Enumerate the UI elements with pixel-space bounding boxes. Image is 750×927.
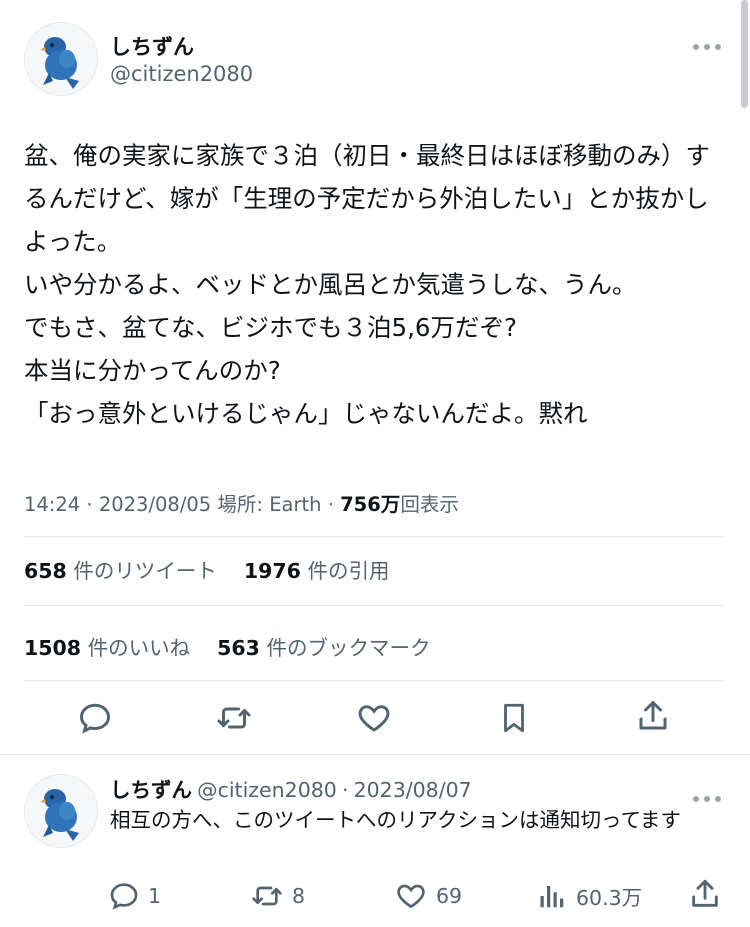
likes-count: 1508 <box>24 636 82 660</box>
stats-row-retweets: 658 件のリツイート 1976 件の引用 <box>24 554 389 584</box>
reply-like-button[interactable]: 69 <box>394 878 462 914</box>
bookmark-icon <box>504 703 524 733</box>
views-chart-icon <box>540 886 564 908</box>
reply-icon <box>79 703 111 734</box>
divider <box>24 536 724 537</box>
ellipsis-icon <box>693 44 721 50</box>
quotes-count: 1976 <box>243 559 301 583</box>
tweet-text: 盆、俺の実家に家族で３泊（初日・最終日はほぼ移動のみ）するんだけど、嫁が「生理の… <box>24 141 710 428</box>
likes-label: 件のいいね <box>87 636 191 660</box>
retweet-button[interactable] <box>212 696 256 740</box>
reply-like-count: 69 <box>436 884 463 908</box>
views-count: 756万 <box>340 493 401 516</box>
reply-views-count: 60.3万 <box>576 886 643 910</box>
like-icon <box>358 705 390 732</box>
tweet-date[interactable]: 2023/08/05 <box>99 493 211 516</box>
views-label: 回表示 <box>400 493 459 516</box>
share-button[interactable] <box>631 694 675 738</box>
reply-share-button[interactable] <box>688 876 722 912</box>
retweets-label: 件のリツイート <box>73 559 217 583</box>
retweets-count: 658 <box>24 559 67 583</box>
retweet-icon <box>217 707 251 729</box>
reply-retweet-button[interactable]: 8 <box>250 878 305 914</box>
reply-date[interactable]: 2023/08/07 <box>354 778 472 802</box>
quotes-stat[interactable]: 1976 件の引用 <box>244 559 390 583</box>
likes-stat[interactable]: 1508 件のいいね <box>24 636 190 660</box>
bookmarks-label: 件のブックマーク <box>266 636 431 660</box>
reply-text: 相互の方へ、このツイートへのリアクションは通知切ってます <box>110 808 681 832</box>
more-options-button[interactable] <box>692 28 722 58</box>
scrollbar[interactable] <box>741 0 748 108</box>
author-avatar[interactable] <box>24 22 98 96</box>
blue-bird-avatar-icon <box>40 789 79 841</box>
author-name[interactable]: しちずん <box>110 31 194 61</box>
reply-author-name[interactable]: しちずん <box>110 778 192 802</box>
reply-button[interactable] <box>73 696 117 740</box>
reply-icon <box>110 883 138 910</box>
reply-separator: · <box>341 778 349 802</box>
section-divider <box>0 754 750 755</box>
divider <box>24 605 724 606</box>
bookmark-button[interactable] <box>492 696 536 740</box>
reply-views-button[interactable]: 60.3万 <box>538 878 642 914</box>
tweet-meta: 14:24 · 2023/08/05 場所: Earth · 756万回表示 <box>24 488 459 517</box>
retweets-stat[interactable]: 658 件のリツイート <box>24 559 217 583</box>
meta-separator: · <box>327 493 341 516</box>
author-handle[interactable]: @citizen2080 <box>110 62 253 86</box>
tweet-time[interactable]: 14:24 <box>24 493 80 516</box>
bookmarks-stat[interactable]: 563 件のブックマーク <box>217 636 430 660</box>
share-icon <box>639 701 667 730</box>
reply-reply-button[interactable]: 1 <box>108 878 161 914</box>
quotes-label: 件の引用 <box>307 559 390 583</box>
ellipsis-icon <box>693 796 721 802</box>
like-icon <box>397 884 425 909</box>
reply-retweet-count: 8 <box>292 884 306 908</box>
share-icon <box>692 879 718 907</box>
tweet-location: 場所: Earth <box>217 493 322 516</box>
bookmarks-count: 563 <box>217 636 260 660</box>
reply-header: しちずん @citizen2080 · 2023/08/07 <box>110 773 472 803</box>
reply-reply-count: 1 <box>148 884 162 908</box>
reply-author-avatar[interactable] <box>24 774 98 848</box>
divider <box>24 680 724 681</box>
like-button[interactable] <box>352 696 396 740</box>
stats-row-likes: 1508 件のいいね 563 件のブックマーク <box>24 631 430 661</box>
retweet-icon <box>252 886 282 906</box>
blue-bird-avatar-icon <box>40 37 79 89</box>
reply-author-handle[interactable]: @citizen2080 <box>197 778 337 802</box>
meta-separator: · <box>86 493 99 516</box>
